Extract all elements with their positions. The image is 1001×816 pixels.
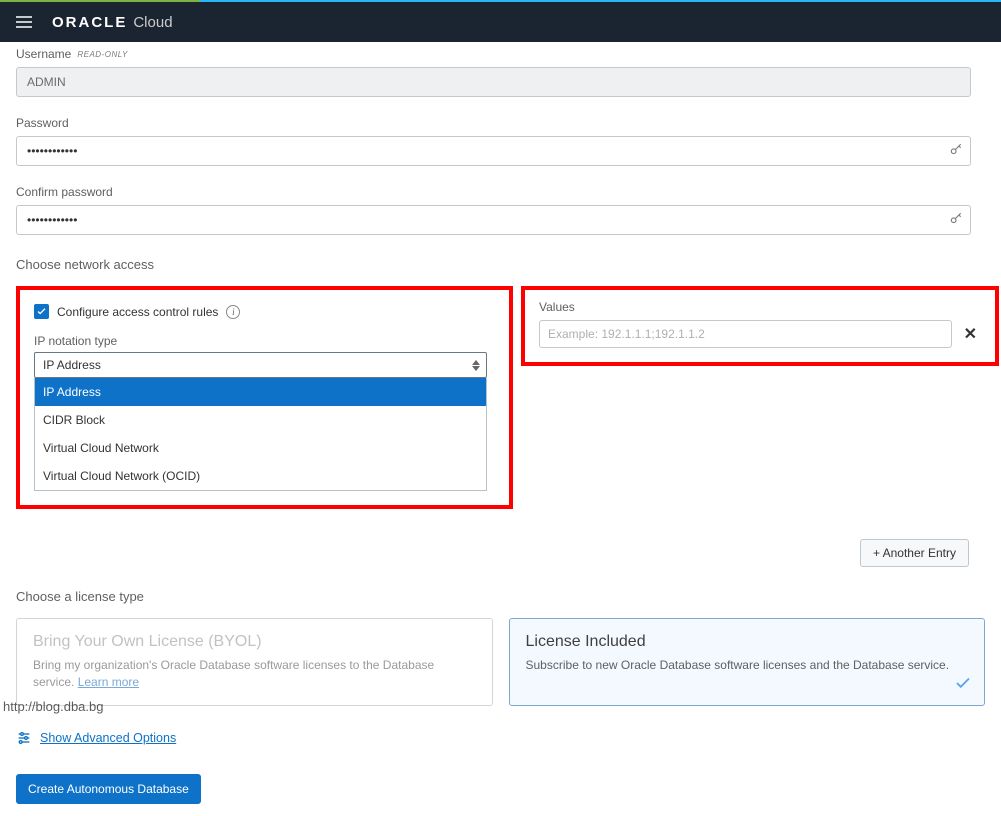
- sliders-icon: [16, 730, 32, 746]
- network-section-label: Choose network access: [16, 257, 985, 272]
- topbar: ORACLE Cloud: [0, 2, 1001, 42]
- info-icon[interactable]: i: [226, 305, 240, 319]
- byol-card-sub: Bring my organization's Oracle Database …: [33, 657, 476, 691]
- ip-notation-panel: Configure access control rules i IP nota…: [16, 286, 513, 509]
- password-label: Password: [16, 116, 69, 130]
- license-card-included[interactable]: License Included Subscribe to new Oracle…: [509, 618, 986, 706]
- username-label-text: Username: [16, 47, 71, 61]
- readonly-badge: READ-ONLY: [77, 50, 127, 59]
- username-field: [16, 67, 971, 97]
- brand-logo[interactable]: ORACLE Cloud: [52, 14, 173, 31]
- values-label: Values: [539, 300, 981, 314]
- password-field[interactable]: [16, 136, 971, 166]
- menu-icon[interactable]: [12, 12, 36, 32]
- username-label: Username READ-ONLY: [16, 47, 128, 61]
- byol-learn-more-link[interactable]: Learn more: [78, 675, 139, 689]
- ip-type-option[interactable]: Virtual Cloud Network (OCID): [35, 462, 486, 490]
- ip-type-option[interactable]: Virtual Cloud Network: [35, 434, 486, 462]
- ip-type-dropdown: IP Address CIDR Block Virtual Cloud Netw…: [34, 378, 487, 491]
- values-field[interactable]: [539, 320, 952, 348]
- acr-checkbox[interactable]: [34, 304, 49, 319]
- select-spinner-icon: [472, 360, 480, 371]
- license-section-label: Choose a license type: [16, 589, 985, 604]
- brand-name: ORACLE: [52, 14, 127, 31]
- brand-suffix: Cloud: [133, 14, 172, 31]
- license-card-byol[interactable]: Bring Your Own License (BYOL) Bring my o…: [16, 618, 493, 706]
- advanced-options-label: Show Advanced Options: [40, 731, 176, 745]
- byol-card-title: Bring Your Own License (BYOL): [33, 633, 476, 651]
- confirm-password-field[interactable]: [16, 205, 971, 235]
- values-panel: Values ✕: [521, 286, 999, 366]
- included-card-sub: Subscribe to new Oracle Database softwar…: [526, 657, 969, 674]
- key-icon[interactable]: [949, 212, 963, 229]
- ip-type-select[interactable]: IP Address: [34, 352, 487, 378]
- ip-type-label: IP notation type: [34, 334, 117, 348]
- acr-label: Configure access control rules: [57, 305, 218, 319]
- confirm-password-label: Confirm password: [16, 185, 113, 199]
- add-another-entry-button[interactable]: + Another Entry: [860, 539, 969, 567]
- key-icon[interactable]: [949, 143, 963, 160]
- create-database-button[interactable]: Create Autonomous Database: [16, 774, 201, 804]
- show-advanced-options-link[interactable]: Show Advanced Options: [16, 730, 985, 746]
- ip-type-option[interactable]: IP Address: [35, 378, 486, 406]
- remove-entry-icon[interactable]: ✕: [960, 324, 981, 344]
- ip-type-option[interactable]: CIDR Block: [35, 406, 486, 434]
- included-card-title: License Included: [526, 633, 969, 651]
- check-icon: [954, 674, 972, 695]
- ip-type-selected: IP Address: [43, 358, 101, 372]
